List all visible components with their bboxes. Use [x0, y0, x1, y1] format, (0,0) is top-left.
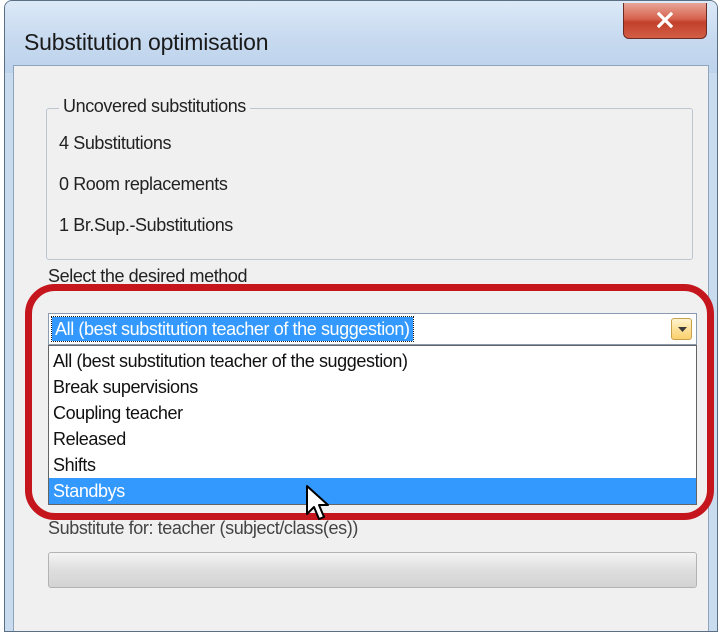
option-all[interactable]: All (best substitution teacher of the su… — [49, 348, 696, 374]
chevron-down-icon — [678, 327, 687, 332]
option-released[interactable]: Released — [49, 426, 696, 452]
room-replacements-count: 0 Room replacements — [59, 174, 228, 194]
method-combobox[interactable]: All (best substitution teacher of the su… — [48, 313, 697, 345]
method-label: Select the desired method — [48, 266, 248, 286]
method-selected-value: All (best substitution teacher of the su… — [51, 316, 414, 342]
dialog-body: Uncovered substitutions 4 Substitutions … — [13, 65, 709, 631]
dialog-window: Substitution optimisation Uncovered subs… — [4, 0, 718, 632]
option-shifts[interactable]: Shifts — [49, 452, 696, 478]
substitutions-count: 4 Substitutions — [59, 133, 172, 153]
dropdown-button[interactable] — [671, 318, 692, 340]
close-button[interactable] — [623, 3, 707, 39]
option-coupling-teacher[interactable]: Coupling teacher — [49, 400, 696, 426]
option-break-supervisions[interactable]: Break supervisions — [49, 374, 696, 400]
progress-bar — [48, 552, 697, 588]
method-dropdown-list: All (best substitution teacher of the su… — [48, 345, 697, 505]
close-icon — [657, 12, 673, 28]
break-supervision-count: 1 Br.Sup.-Substitutions — [59, 215, 233, 235]
group-legend: Uncovered substitutions — [59, 96, 250, 117]
substitute-label: Substitute for: teacher (subject/class(e… — [48, 518, 358, 538]
window-title: Substitution optimisation — [24, 29, 269, 55]
option-standbys[interactable]: Standbys — [49, 478, 696, 504]
title-bar: Substitution optimisation — [5, 1, 717, 73]
uncovered-substitutions-group: Uncovered substitutions 4 Substitutions … — [46, 96, 693, 260]
